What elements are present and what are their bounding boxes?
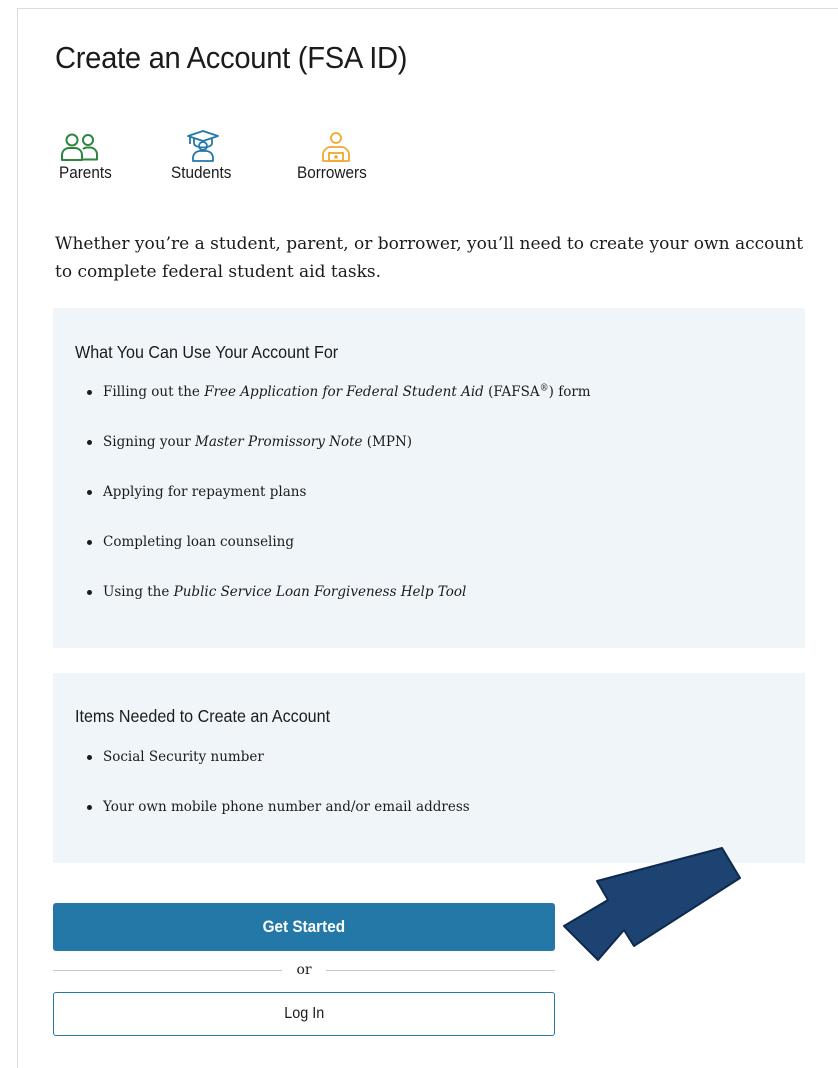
- intro-text: Whether you’re a student, parent, or bor…: [55, 234, 804, 282]
- fafsa-form-name: Free Application for Federal Student Aid: [204, 384, 484, 400]
- divider-rule: [53, 969, 283, 971]
- items-needed-panel: Items Needed to Create an Account Social…: [53, 673, 805, 863]
- list-item: Signing your Master Promissory Note (MPN…: [87, 430, 591, 480]
- get-started-button[interactable]: Get Started: [53, 903, 555, 951]
- list-item: Completing loan counseling: [87, 530, 591, 580]
- log-in-button[interactable]: Log In: [53, 992, 555, 1036]
- divider-rule: [325, 969, 555, 971]
- list-item: Social Security number: [87, 745, 470, 795]
- parents-icon: [61, 133, 98, 161]
- mpn-name: Master Promissory Note: [195, 434, 363, 450]
- graduation-cap-icon: [187, 130, 219, 162]
- account-uses-list: Filling out the Free Application for Fed…: [87, 380, 591, 630]
- panel-heading: Items Needed to Create an Account: [75, 706, 331, 726]
- list-item: Filling out the Free Application for Fed…: [87, 380, 591, 430]
- borrower-icon: [322, 132, 350, 162]
- list-item: Applying for repayment plans: [87, 480, 591, 530]
- panel-heading: What You Can Use Your Account For: [75, 342, 339, 362]
- user-type-label: Parents: [59, 163, 112, 182]
- or-text: or: [296, 962, 312, 978]
- account-uses-panel: What You Can Use Your Account For Fillin…: [53, 308, 805, 648]
- user-type-students: Students: [171, 130, 238, 183]
- user-type-label: Students: [171, 163, 232, 182]
- user-type-borrowers: Borrowers: [297, 132, 374, 183]
- or-divider: or: [53, 958, 555, 982]
- pointer-arrow-icon: [563, 847, 741, 961]
- registered-mark: ®: [539, 383, 549, 394]
- list-item: Your own mobile phone number and/or emai…: [87, 795, 470, 845]
- page-title: Create an Account (FSA ID): [55, 40, 408, 75]
- pslf-tool-name: Public Service Loan Forgiveness Help Too…: [173, 584, 467, 600]
- user-type-label: Borrowers: [297, 163, 367, 182]
- user-type-parents: Parents: [59, 132, 118, 183]
- list-item: Using the Public Service Loan Forgivenes…: [87, 580, 591, 630]
- items-needed-list: Social Security number Your own mobile p…: [87, 745, 470, 845]
